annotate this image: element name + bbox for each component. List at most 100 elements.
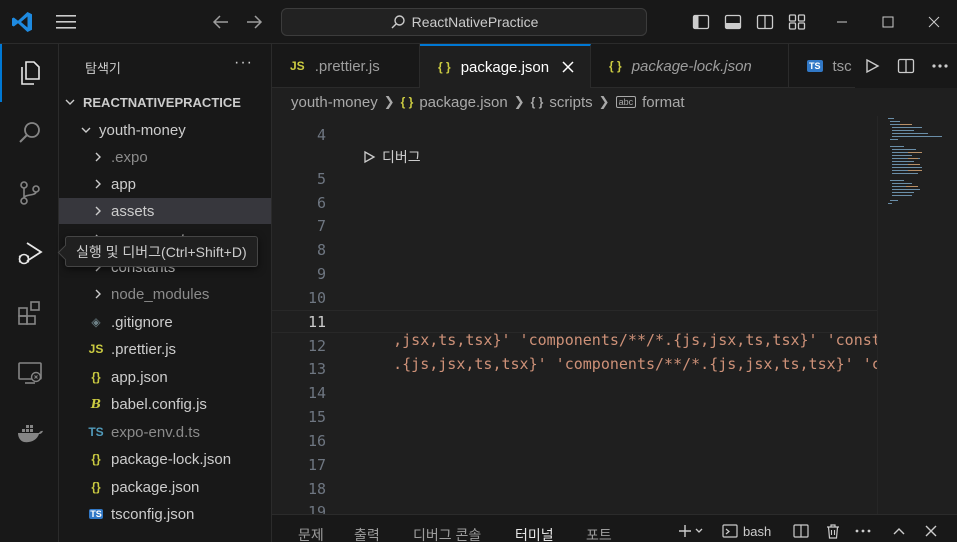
tree-file-package-json[interactable]: {} package.json — [59, 474, 271, 500]
tree-file-gitignore[interactable]: ◈ .gitignore — [59, 309, 271, 335]
tsconfig-file-icon: TS — [89, 509, 103, 519]
tree-folder-assets[interactable]: assets — [59, 198, 271, 224]
tree-file-babel-config[interactable]: B babel.config.js — [59, 391, 271, 417]
command-center-search[interactable]: ReactNativePractice — [281, 8, 647, 36]
breadcrumb-scripts[interactable]: scripts — [549, 94, 592, 111]
json-file-icon: {} — [91, 452, 101, 466]
line-number: 10 — [307, 289, 326, 307]
json-file-icon: {} — [91, 480, 101, 494]
code-editor[interactable]: 3 4 디버그 5 6 7 8 9 10 11 ,jsx,ts,tsx}' 'c… — [272, 116, 877, 514]
line-number: 13 — [307, 360, 326, 378]
folder-label: youth-money — [99, 121, 186, 139]
forward-arrow-icon[interactable] — [244, 12, 264, 32]
breadcrumb-format[interactable]: format — [642, 94, 685, 111]
maximize-icon[interactable] — [865, 0, 911, 44]
bottom-panel: 문제 출력 디버그 콘솔 터미널 포트 bash — [272, 514, 957, 542]
tree-file-prettier[interactable]: JS .prettier.js — [59, 336, 271, 362]
string-icon: abc — [615, 96, 637, 108]
tree-folder-node-modules[interactable]: node_modules — [59, 281, 271, 307]
line-number: 17 — [307, 456, 326, 474]
tree-item-label: tsconfig.json — [111, 505, 195, 523]
new-terminal-icon[interactable] — [674, 519, 708, 542]
javascript-file-icon: JS — [290, 59, 305, 73]
panel-tab-problems[interactable]: 문제 — [298, 525, 324, 542]
code-text: .{js,jsx,ts,tsx}' 'components/**/*.{js,j… — [393, 355, 877, 373]
toggle-primary-sidebar-icon[interactable] — [685, 0, 717, 44]
run-icon[interactable] — [855, 44, 889, 88]
line-number: 18 — [307, 480, 326, 498]
tab-label: .prettier.js — [314, 57, 380, 75]
tree-folder-expo[interactable]: .expo — [59, 144, 271, 170]
maximize-panel-icon[interactable] — [888, 519, 910, 542]
workspace-root[interactable]: REACTNATIVEPRACTICE — [59, 89, 271, 115]
tree-file-package-lock[interactable]: {} package-lock.json — [59, 446, 271, 472]
panel-tab-terminal[interactable]: 터미널 — [515, 525, 554, 542]
tab-label: package.json — [460, 58, 550, 76]
run-and-debug-icon[interactable] — [0, 224, 59, 282]
line-number: 7 — [316, 217, 326, 235]
terminal-selector[interactable]: bash — [722, 519, 771, 542]
close-window-icon[interactable] — [911, 0, 957, 44]
more-actions-icon[interactable]: ··· — [234, 54, 253, 72]
window-controls — [685, 0, 957, 44]
extensions-icon[interactable] — [0, 284, 59, 342]
codelens-label: 디버그 — [382, 149, 421, 165]
close-tab-icon[interactable] — [561, 60, 575, 74]
breadcrumb-file[interactable]: package.json — [419, 94, 507, 111]
close-panel-icon[interactable] — [920, 519, 942, 542]
typescript-file-icon: TS — [88, 425, 104, 439]
tree-file-tsconfig[interactable]: TS tsconfig.json — [59, 501, 271, 527]
panel-tab-debug-console[interactable]: 디버그 콘솔 — [413, 525, 481, 542]
more-icon[interactable] — [923, 44, 957, 88]
menu-icon[interactable] — [56, 14, 76, 30]
babel-file-icon: B — [90, 397, 102, 411]
search-text: ReactNativePractice — [411, 14, 539, 30]
split-terminal-icon[interactable] — [790, 519, 812, 542]
docker-icon[interactable] — [0, 404, 59, 462]
explorer-icon[interactable] — [0, 44, 59, 102]
tab-package-json[interactable]: { } package.json — [420, 44, 591, 88]
search-icon — [391, 15, 405, 29]
line-number: 19 — [307, 503, 326, 514]
search-sidebar-icon[interactable] — [0, 104, 59, 162]
chevron-down-icon — [79, 123, 93, 137]
tree-item-label: babel.config.js — [111, 395, 207, 413]
object-icon: { } — [530, 95, 544, 109]
play-icon — [364, 150, 376, 164]
tree-file-expo-env[interactable]: TS expo-env.d.ts — [59, 419, 271, 445]
folder-youth-money[interactable]: youth-money — [59, 117, 271, 143]
toggle-panel-icon[interactable] — [717, 0, 749, 44]
split-editor-icon[interactable] — [889, 44, 923, 88]
line-number: 4 — [316, 126, 326, 144]
more-icon[interactable] — [854, 519, 872, 542]
json-file-icon: { } — [438, 60, 451, 74]
remote-explorer-icon[interactable] — [0, 344, 59, 402]
git-icon: ◈ — [91, 315, 101, 329]
code-line-12: .{js,jsx,ts,tsx}' 'components/**/*.{js,j… — [357, 337, 877, 391]
tab-label: package-lock.json — [631, 57, 752, 75]
panel-tab-ports[interactable]: 포트 — [586, 525, 612, 542]
customize-layout-icon[interactable] — [781, 0, 813, 44]
line-number: 16 — [307, 432, 326, 450]
back-arrow-icon[interactable] — [211, 12, 231, 32]
line-number: 8 — [316, 241, 326, 259]
breadcrumb: youth-money ❯ { } package.json ❯ { } scr… — [272, 88, 957, 116]
tsconfig-file-icon: TS — [807, 60, 823, 72]
minimap[interactable] — [877, 116, 957, 514]
explorer-sidebar: 탐색기 ··· REACTNATIVEPRACTICE youth-money … — [59, 44, 272, 542]
toggle-secondary-sidebar-icon[interactable] — [749, 0, 781, 44]
tree-file-app-json[interactable]: {} app.json — [59, 364, 271, 390]
trash-icon[interactable] — [822, 519, 844, 542]
tree-folder-app[interactable]: app — [59, 171, 271, 197]
tree-item-label: app.json — [111, 368, 168, 386]
tab-package-lock-json[interactable]: { } package-lock.json — [591, 44, 789, 88]
panel-tab-output[interactable]: 출력 — [354, 525, 380, 542]
minimize-icon[interactable] — [819, 0, 865, 44]
tree-item-label: package.json — [111, 478, 200, 496]
tab-prettier-js[interactable]: JS .prettier.js — [272, 44, 420, 88]
terminal-name: bash — [743, 523, 772, 539]
chevron-right-icon — [91, 150, 105, 164]
breadcrumb-folder[interactable]: youth-money — [291, 94, 378, 111]
source-control-icon[interactable] — [0, 164, 59, 222]
debug-codelens[interactable]: 디버그 — [362, 147, 421, 167]
